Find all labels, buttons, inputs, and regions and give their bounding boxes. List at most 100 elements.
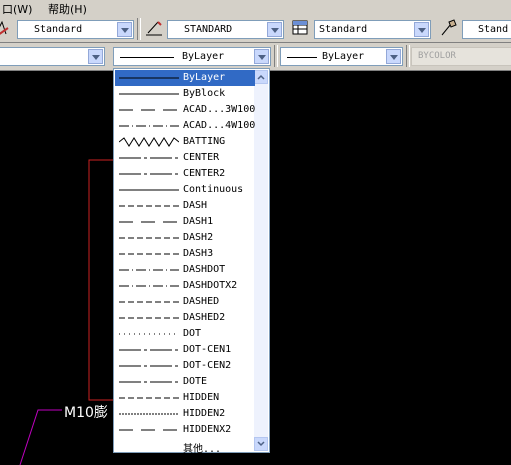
- linetype-item[interactable]: Continuous: [115, 182, 255, 198]
- linetype-item-label: 其他...: [183, 444, 222, 455]
- layer-combo[interactable]: [0, 47, 105, 66]
- linetype-item[interactable]: CENTER2: [115, 166, 255, 182]
- linetype-item[interactable]: ACAD...3W100: [115, 102, 255, 118]
- linetype-item-label: HIDDEN: [183, 392, 220, 403]
- lineweight-combo[interactable]: ByLayer: [280, 47, 403, 66]
- linetype-item-label: ACAD...4W100: [183, 120, 256, 131]
- linetype-pattern-icon: [119, 345, 179, 355]
- linetype-item-label: DASHED2: [183, 312, 226, 323]
- text-style-icon[interactable]: [0, 18, 14, 38]
- styles-toolbar: Standard STANDARD Standard Stand: [0, 15, 511, 43]
- linetype-item[interactable]: ACAD...4W100: [115, 118, 255, 134]
- linetype-item[interactable]: HIDDENX2: [115, 422, 255, 438]
- linetype-item[interactable]: DASH1: [115, 214, 255, 230]
- linetype-item-label: DOT: [183, 328, 202, 339]
- plotstyle-value: BYCOLOR: [418, 51, 456, 61]
- table-style-icon[interactable]: [291, 18, 311, 38]
- linetype-item[interactable]: ByBlock: [115, 86, 255, 102]
- linetype-item-label: DASH2: [183, 232, 214, 243]
- linetype-item-label: ACAD...3W100: [183, 104, 256, 115]
- linetype-pattern-icon: [119, 329, 179, 339]
- linetype-item-label: BATTING: [183, 136, 226, 147]
- linetype-item-label: Continuous: [183, 184, 244, 195]
- scroll-down-button[interactable]: [254, 437, 268, 451]
- dropdown-arrow-icon[interactable]: [88, 49, 103, 64]
- linetype-pattern-icon: [118, 137, 180, 147]
- toolbar-separator: [406, 45, 410, 67]
- linetype-item[interactable]: DASH: [115, 198, 255, 214]
- linetype-pattern-icon: [119, 169, 179, 179]
- linetype-item[interactable]: ByLayer: [115, 70, 255, 86]
- scroll-track[interactable]: [254, 86, 268, 438]
- linetype-item[interactable]: DASHDOTX2: [115, 278, 255, 294]
- dropdown-arrow-icon[interactable]: [414, 22, 429, 37]
- linetype-pattern-icon: [119, 297, 179, 307]
- linetype-pattern-icon: [119, 281, 179, 291]
- linetype-item[interactable]: CENTER: [115, 150, 255, 166]
- text-style-combo[interactable]: Standard: [17, 20, 134, 39]
- linetype-pattern-icon: [119, 409, 179, 419]
- linetype-preview: [120, 57, 174, 58]
- linetype-item[interactable]: DOT-CEN1: [115, 342, 255, 358]
- linetype-item[interactable]: DASHED2: [115, 310, 255, 326]
- linetype-item-label: DASH3: [183, 248, 214, 259]
- linetype-item[interactable]: DOTE: [115, 374, 255, 390]
- linetype-item-label: DASH: [183, 200, 208, 211]
- linetype-item[interactable]: DASH3: [115, 246, 255, 262]
- dim-style-value: STANDARD: [184, 24, 233, 35]
- dim-style-combo[interactable]: STANDARD: [167, 20, 284, 39]
- plotstyle-combo: BYCOLOR: [411, 47, 511, 66]
- dropdown-arrow-icon[interactable]: [117, 22, 132, 37]
- scroll-up-button[interactable]: [254, 70, 268, 84]
- linetype-item[interactable]: HIDDEN2: [115, 406, 255, 422]
- linetype-pattern-icon: [119, 377, 179, 387]
- linetype-item-label: DOT-CEN2: [183, 360, 232, 371]
- drawing-text-label: M10膨: [64, 405, 108, 421]
- linetype-pattern-icon: [119, 185, 179, 195]
- linetype-pattern-icon: [119, 89, 179, 99]
- linetype-item[interactable]: DOT-CEN2: [115, 358, 255, 374]
- linetype-pattern-icon: [119, 441, 179, 451]
- properties-toolbar: ByLayer ByLayer BYCOLOR: [0, 43, 511, 71]
- linetype-item[interactable]: DASHDOT: [115, 262, 255, 278]
- linetype-item-label: HIDDEN2: [183, 408, 226, 419]
- lineweight-preview: [287, 57, 317, 58]
- scrollbar[interactable]: [254, 70, 268, 451]
- linetype-item-label: DASHED: [183, 296, 220, 307]
- linetype-item-label: CENTER: [183, 152, 220, 163]
- linetype-item-label: DASHDOTX2: [183, 280, 238, 291]
- linetype-pattern-icon: [119, 121, 179, 131]
- text-style-value: Standard: [34, 24, 83, 35]
- table-style-combo[interactable]: Standard: [314, 20, 431, 39]
- linetype-pattern-icon: [119, 153, 179, 163]
- menubar: 口(W) 帮助(H): [0, 0, 511, 16]
- linetype-pattern-icon: [119, 201, 179, 211]
- linetype-pattern-icon: [119, 425, 179, 435]
- linetype-item[interactable]: BATTING: [115, 134, 255, 150]
- linetype-item[interactable]: DASH2: [115, 230, 255, 246]
- linetype-pattern-icon: [119, 73, 179, 83]
- linetype-item[interactable]: HIDDEN: [115, 390, 255, 406]
- linetype-item-label: CENTER2: [183, 168, 226, 179]
- dropdown-arrow-icon[interactable]: [267, 22, 282, 37]
- dim-style-icon[interactable]: [144, 18, 164, 38]
- lineweight-value: ByLayer: [322, 51, 365, 62]
- leader-line: [19, 409, 62, 465]
- dropdown-arrow-icon[interactable]: [386, 49, 401, 64]
- linetype-item-label: DASH1: [183, 216, 214, 227]
- linetype-item[interactable]: 其他...: [115, 438, 255, 455]
- mleader-style-combo[interactable]: Stand: [462, 20, 511, 39]
- linetype-item[interactable]: DASHED: [115, 294, 255, 310]
- linetype-combo[interactable]: ByLayer: [113, 47, 271, 66]
- linetype-pattern-icon: [119, 361, 179, 371]
- mleader-style-value: Stand: [478, 24, 509, 35]
- linetype-item-label: DASHDOT: [183, 264, 226, 275]
- mleader-style-icon[interactable]: [439, 18, 459, 38]
- linetype-item[interactable]: DOT: [115, 326, 255, 342]
- linetype-pattern-icon: [119, 217, 179, 227]
- table-style-value: Standard: [319, 24, 368, 35]
- dropdown-arrow-icon[interactable]: [254, 49, 269, 64]
- linetype-pattern-icon: [119, 265, 179, 275]
- linetype-value: ByLayer: [182, 51, 225, 62]
- linetype-dropdown-list[interactable]: ByLayer ByBlock ACAD...3W100 ACAD...4W100 BA…: [113, 68, 270, 455]
